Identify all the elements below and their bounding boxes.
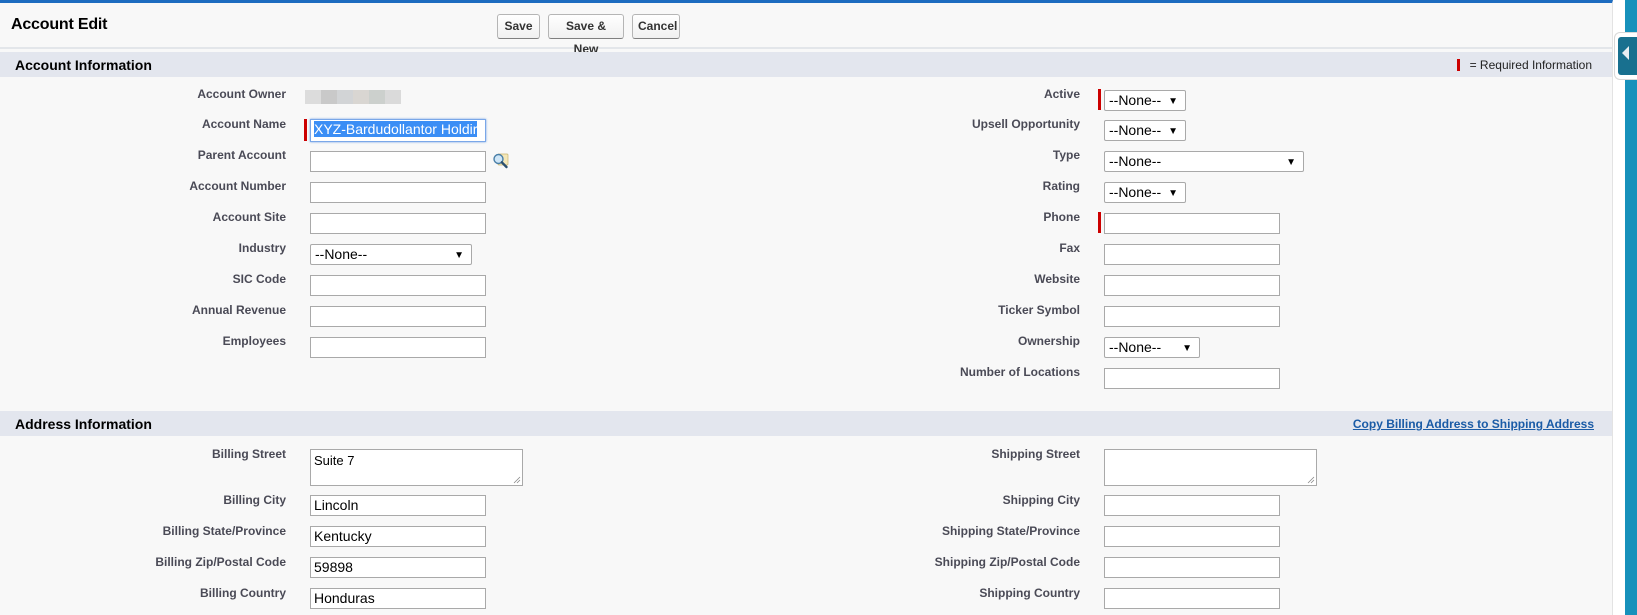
industry-select[interactable]: --None-- ▼ [310, 244, 472, 265]
sic-code-label: SIC Code [232, 272, 286, 286]
phone-input[interactable] [1104, 213, 1280, 234]
billing-city-input[interactable]: Lincoln [310, 495, 486, 516]
section-title: Account Information [15, 57, 152, 73]
type-label: Type [1052, 148, 1080, 162]
shipping-zip-label: Shipping Zip/Postal Code [934, 555, 1080, 569]
industry-label: Industry [238, 241, 286, 255]
billing-country-input[interactable]: Honduras [310, 588, 486, 609]
employees-input[interactable] [310, 337, 486, 358]
billing-country-label: Billing Country [200, 586, 286, 600]
website-input[interactable] [1104, 275, 1280, 296]
upsell-opportunity-label: Upsell Opportunity [972, 117, 1080, 131]
active-label: Active [1043, 87, 1080, 101]
parent-account-label: Parent Account [197, 148, 286, 162]
annual-revenue-input[interactable] [310, 306, 486, 327]
account-number-input[interactable] [310, 182, 486, 203]
account-name-label: Account Name [201, 117, 286, 131]
account-name-input[interactable]: XYZ-Bardudollantor Holdir [310, 119, 486, 142]
account-edit-page: Account Edit Save Save & New Cancel Acco… [0, 0, 1613, 615]
billing-state-input[interactable]: Kentucky [310, 526, 486, 547]
required-marker-icon [1456, 59, 1460, 71]
rating-select[interactable]: --None-- ▼ [1104, 182, 1186, 203]
annual-revenue-label: Annual Revenue [191, 303, 286, 317]
shipping-street-textarea[interactable] [1104, 449, 1317, 486]
sidebar-toggle-button[interactable] [1614, 32, 1637, 80]
upsell-opportunity-select[interactable]: --None-- ▼ [1104, 120, 1186, 141]
page-title: Account Edit [11, 16, 108, 33]
required-indicator [1098, 89, 1101, 110]
billing-state-label: Billing State/Province [162, 524, 286, 538]
billing-city-label: Billing City [223, 493, 286, 507]
collapse-arrow-icon [1622, 46, 1629, 60]
shipping-city-input[interactable] [1104, 495, 1280, 516]
parent-account-input[interactable] [310, 151, 486, 172]
account-site-label: Account Site [212, 210, 286, 224]
account-owner-label: Account Owner [197, 87, 286, 101]
ticker-symbol-label: Ticker Symbol [998, 303, 1080, 317]
account-owner-value [305, 90, 401, 104]
dropdown-arrow-icon: ▼ [1168, 96, 1178, 107]
number-of-locations-label: Number of Locations [959, 365, 1080, 379]
lookup-search-icon[interactable] [492, 152, 509, 169]
shipping-state-label: Shipping State/Province [941, 524, 1080, 538]
fax-input[interactable] [1104, 244, 1280, 265]
dropdown-arrow-icon: ▼ [1182, 343, 1192, 354]
ownership-label: Ownership [1017, 334, 1080, 348]
phone-label: Phone [1043, 210, 1080, 224]
rating-selected-value: --None-- [1109, 184, 1162, 200]
ticker-symbol-input[interactable] [1104, 306, 1280, 327]
page-header: Account Edit Save Save & New Cancel [0, 3, 1612, 56]
account-information-header: Account Information = Required Informati… [0, 52, 1612, 77]
account-number-label: Account Number [189, 179, 286, 193]
cancel-button[interactable]: Cancel [632, 14, 680, 39]
rating-label: Rating [1042, 179, 1080, 193]
dropdown-arrow-icon: ▼ [1168, 126, 1178, 137]
ownership-selected-value: --None-- [1109, 339, 1162, 355]
dropdown-arrow-icon: ▼ [454, 250, 464, 261]
number-of-locations-input[interactable] [1104, 368, 1280, 389]
employees-label: Employees [222, 334, 286, 348]
required-indicator [304, 119, 307, 141]
copy-billing-to-shipping-link[interactable]: Copy Billing Address to Shipping Address [1353, 417, 1594, 431]
website-label: Website [1034, 272, 1080, 286]
billing-street-textarea[interactable]: Suite 7 [310, 449, 523, 486]
collapsible-sidebar [1614, 0, 1637, 615]
billing-zip-label: Billing Zip/Postal Code [155, 555, 286, 569]
shipping-city-label: Shipping City [1002, 493, 1080, 507]
resize-grip-icon[interactable] [1307, 476, 1315, 484]
shipping-country-input[interactable] [1104, 588, 1280, 609]
shipping-zip-input[interactable] [1104, 557, 1280, 578]
type-selected-value: --None-- [1109, 153, 1162, 169]
industry-selected-value: --None-- [315, 246, 368, 262]
billing-zip-input[interactable]: 59898 [310, 557, 486, 578]
required-indicator [1098, 212, 1101, 233]
dropdown-arrow-icon: ▼ [1286, 157, 1296, 168]
required-legend-text: = Required Information [1469, 58, 1592, 72]
resize-grip-icon[interactable] [513, 476, 521, 484]
address-information-header: Address Information Copy Billing Address… [0, 411, 1612, 436]
save-and-new-button[interactable]: Save & New [548, 14, 624, 56]
ownership-select[interactable]: --None-- ▼ [1104, 337, 1200, 358]
shipping-street-label: Shipping Street [991, 447, 1080, 461]
shipping-state-input[interactable] [1104, 526, 1280, 547]
dropdown-arrow-icon: ▼ [1168, 188, 1178, 199]
required-legend: = Required Information [1456, 58, 1592, 72]
sic-code-input[interactable] [310, 275, 486, 296]
shipping-country-label: Shipping Country [979, 586, 1080, 600]
billing-street-label: Billing Street [211, 447, 286, 461]
fax-label: Fax [1059, 241, 1080, 255]
active-selected-value: --None-- [1109, 92, 1162, 108]
billing-street-value: Suite 7 [314, 453, 355, 468]
active-select[interactable]: --None-- ▼ [1104, 90, 1186, 111]
section-title: Address Information [15, 416, 152, 432]
account-site-input[interactable] [310, 213, 486, 234]
sidebar-stripe [1625, 0, 1637, 615]
upsell-selected-value: --None-- [1109, 122, 1162, 138]
save-button[interactable]: Save [497, 14, 540, 39]
type-select[interactable]: --None-- ▼ [1104, 151, 1304, 172]
